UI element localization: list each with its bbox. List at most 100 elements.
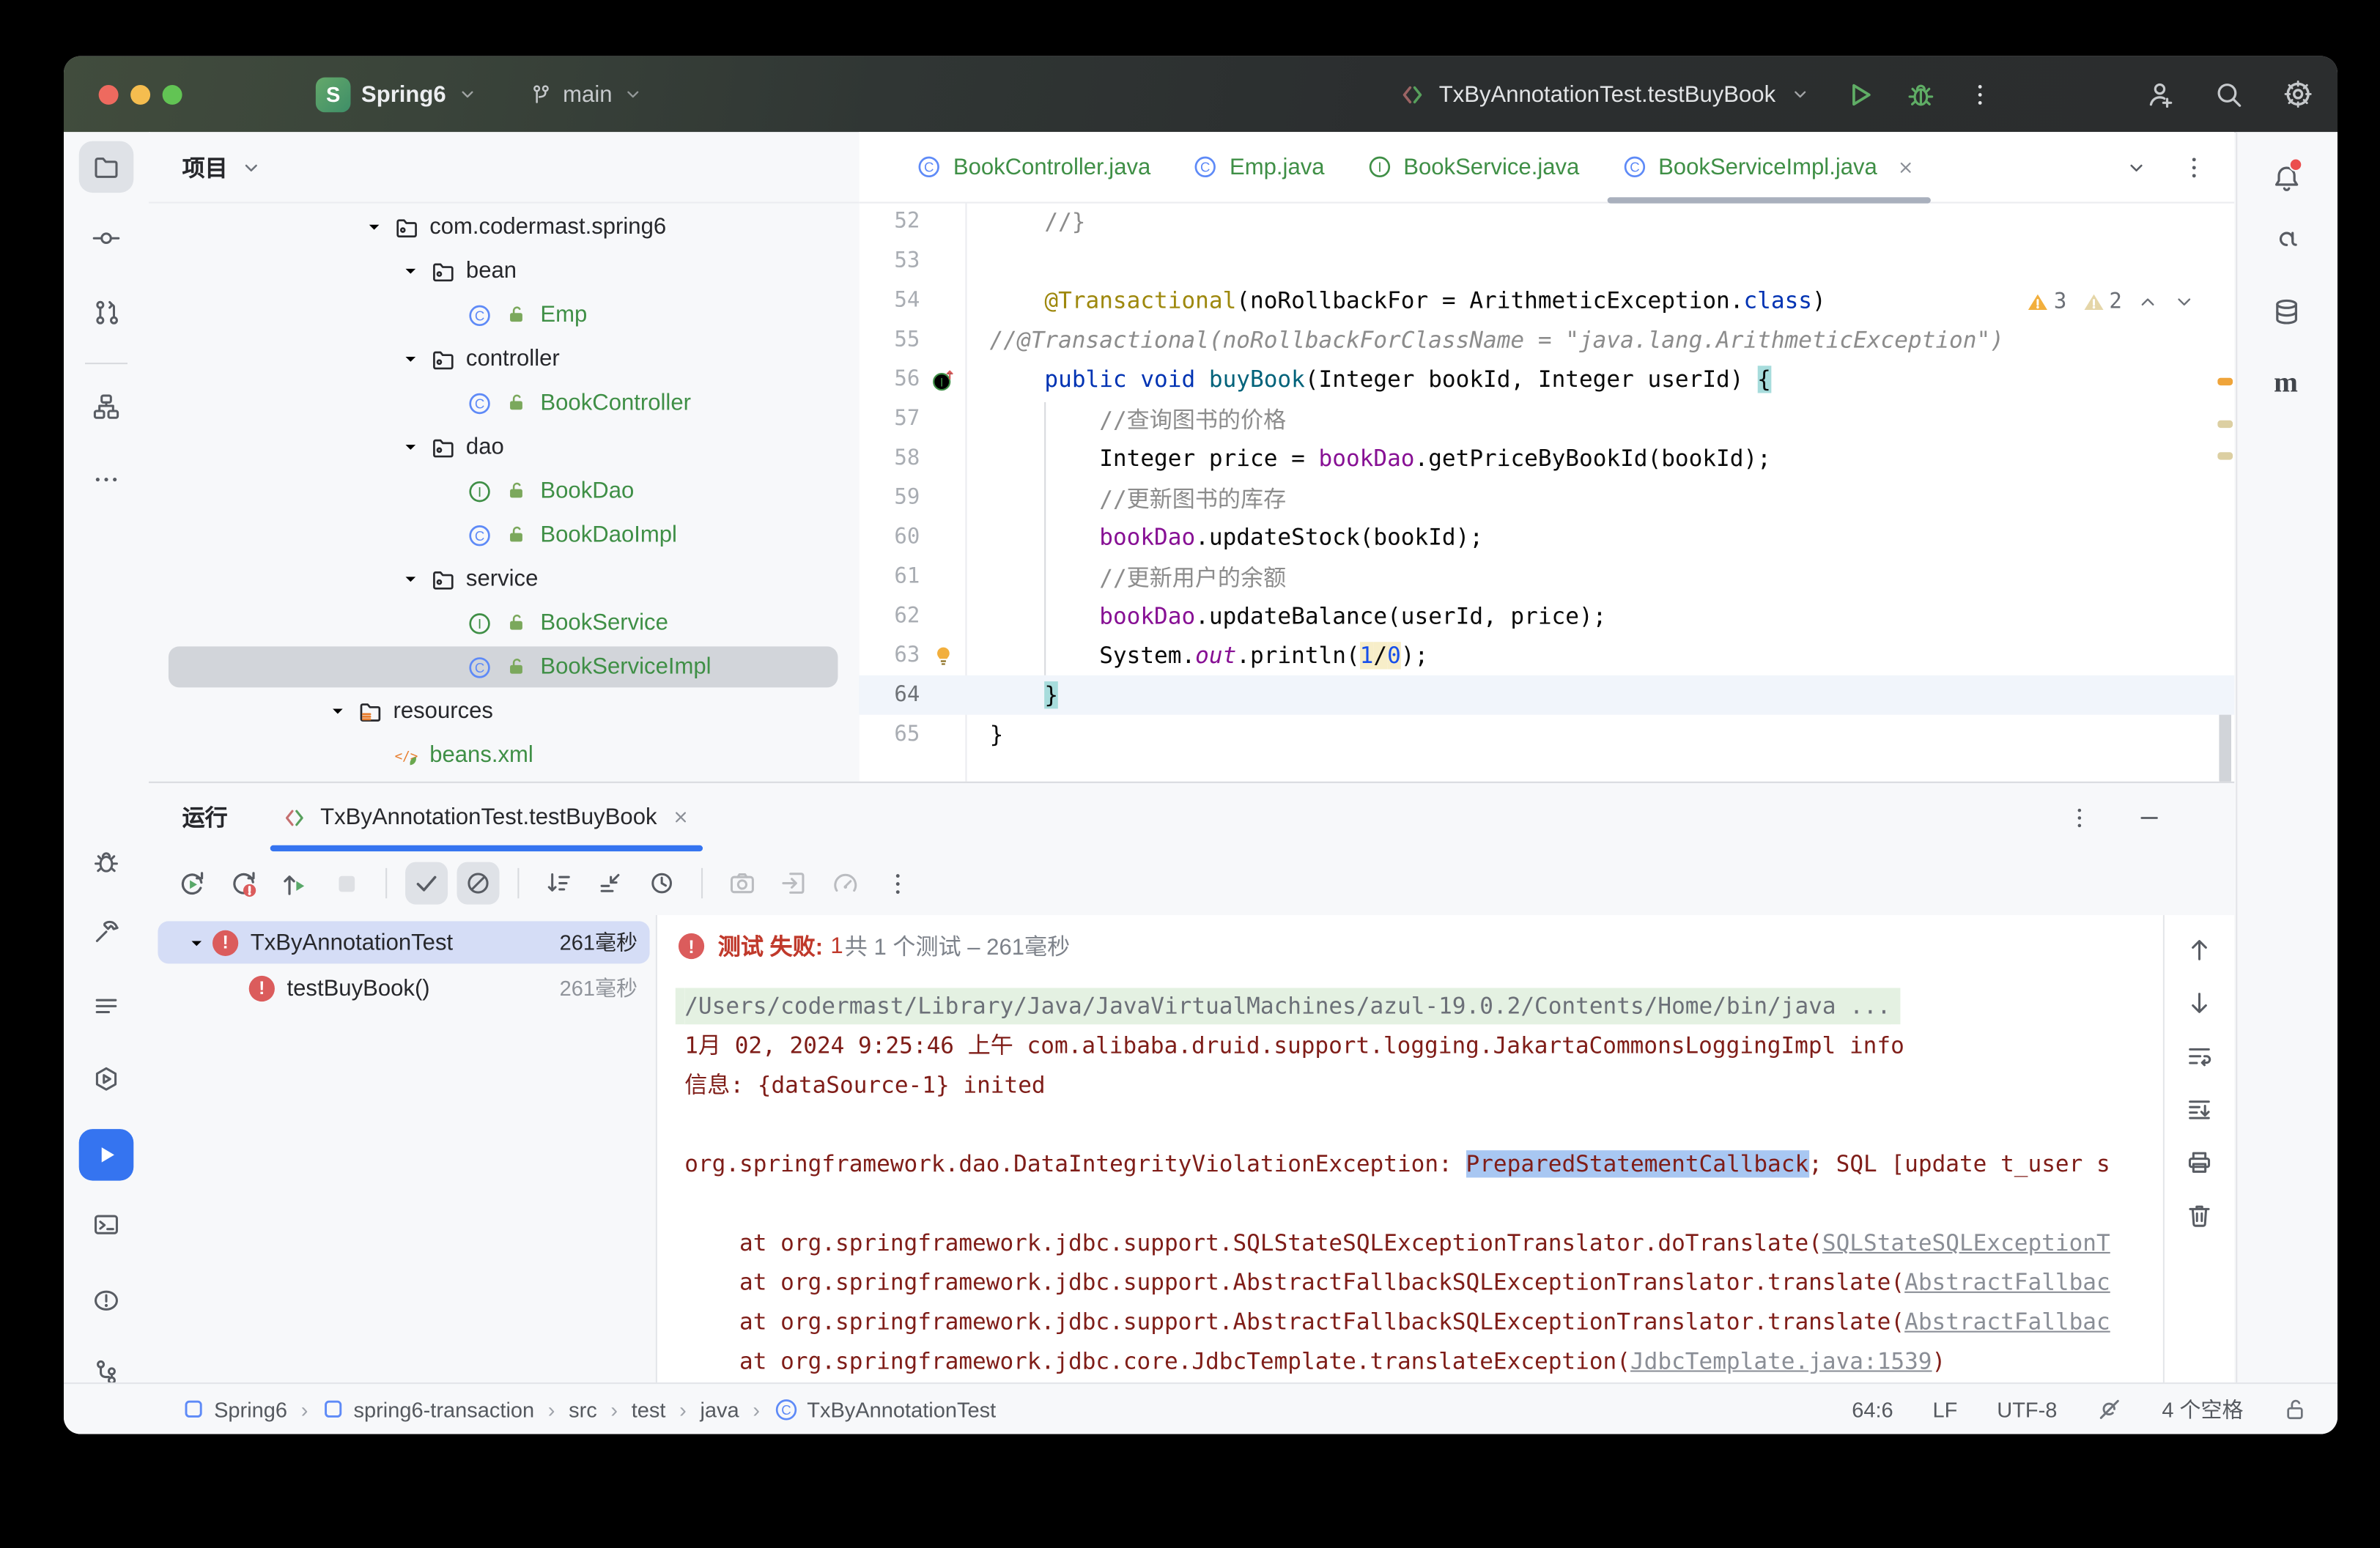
test-console[interactable]: ! 测试 失败: 1 共 1 个测试 – 261毫秒 /Users/coderm… <box>657 915 2163 1386</box>
console-arrow-down[interactable] <box>2186 990 2213 1017</box>
maximize-window-button[interactable] <box>162 84 182 104</box>
chevron-down-icon[interactable] <box>393 436 427 459</box>
run-toolbar-kebab[interactable] <box>876 862 918 905</box>
console-soft-wrap[interactable] <box>2186 1043 2213 1070</box>
tree-item-service[interactable]: service <box>149 557 859 601</box>
chevron-down-icon[interactable] <box>393 568 427 590</box>
minimize-window-button[interactable] <box>130 84 151 104</box>
search-everywhere-icon[interactable] <box>2214 80 2243 108</box>
left-strip-todo-lines[interactable] <box>79 980 134 1032</box>
left-strip-build-hammer[interactable] <box>79 906 134 958</box>
console-scroll-end[interactable] <box>2186 1096 2213 1123</box>
breadcrumb-src[interactable]: src <box>569 1397 597 1421</box>
run-toolbar-rerun-auto[interactable] <box>273 862 316 905</box>
console-trash[interactable] <box>2186 1202 2213 1229</box>
chevron-down-icon[interactable] <box>357 215 391 238</box>
left-strip-terminal[interactable] <box>79 1199 134 1250</box>
run-toolbar-sort-direction[interactable] <box>589 862 632 905</box>
run-toolbar-sort-time[interactable] <box>640 862 683 905</box>
run-toolbar-check-passed[interactable] <box>405 862 448 905</box>
left-strip-problems[interactable] <box>79 1275 134 1326</box>
encoding-widget[interactable]: UTF-8 <box>1997 1397 2057 1421</box>
run-tab[interactable]: TxByAnnotationTest.testBuyBook <box>267 783 706 852</box>
tree-item-bookserviceimpl[interactable]: C BookServiceImpl <box>149 645 859 689</box>
left-strip-debug-bug[interactable] <box>79 836 134 887</box>
tree-item-bookdaoimpl[interactable]: C BookDaoImpl <box>149 513 859 557</box>
unlock-icon[interactable] <box>2283 1397 2307 1421</box>
line-separator-widget[interactable]: LF <box>1933 1397 1958 1421</box>
run-toolbar-coverage[interactable] <box>824 862 867 905</box>
console-arrow-up[interactable] <box>2186 936 2213 963</box>
left-strip-commit[interactable] <box>79 212 134 264</box>
tree-item-com-codermast-spring6[interactable]: com.codermast.spring6 <box>149 205 859 249</box>
tree-item-bookcontroller[interactable]: C BookController <box>149 381 859 425</box>
code-line-62[interactable]: 62 bookDao.updateBalance(userId, price); <box>859 596 2234 636</box>
left-strip-pull-requests[interactable] <box>79 287 134 338</box>
breadcrumb-spring6-transaction[interactable]: spring6-transaction <box>322 1397 534 1421</box>
left-strip-structure[interactable] <box>79 381 134 432</box>
right-strip-maven[interactable]: m <box>2258 358 2313 410</box>
editor-options-kebab-icon[interactable] <box>2181 154 2207 179</box>
run-toolbar-rerun-failed[interactable] <box>221 862 264 905</box>
code-line-64[interactable]: 64 } <box>859 675 2235 715</box>
code-line-63[interactable]: 63 System.out.println(1/0); <box>859 636 2234 675</box>
indent-widget[interactable]: 4 个空格 <box>2162 1394 2243 1424</box>
close-icon[interactable] <box>670 807 690 827</box>
window-controls[interactable] <box>98 84 281 104</box>
breadcrumb-java[interactable]: java <box>700 1397 739 1421</box>
editor-tab-bookcontroller-java[interactable]: C BookController.java <box>895 132 1172 201</box>
code-line-55[interactable]: 55 //@Transactional(noRollbackForClassNam… <box>859 320 2234 360</box>
code-line-53[interactable]: 53 <box>859 241 2234 281</box>
code-line-58[interactable]: 58 Integer price = bookDao.getPriceByBoo… <box>859 439 2234 478</box>
run-toolbar-screenshot[interactable] <box>721 862 764 905</box>
code-line-56[interactable]: 56 I public void buyBook(Integer bookId, … <box>859 360 2234 399</box>
left-strip-services-hexagon[interactable] <box>79 1053 134 1105</box>
code-line-52[interactable]: 52 //} <box>859 202 2234 242</box>
tree-item-bean[interactable]: bean <box>149 249 859 293</box>
editor-tab-bookservice-java[interactable]: I BookService.java <box>1346 132 1601 201</box>
ai-assistant-status-icon[interactable] <box>2096 1396 2122 1422</box>
breadcrumb-spring6[interactable]: Spring6 <box>182 1397 287 1421</box>
chevron-down-icon[interactable] <box>320 700 354 722</box>
code-line-54[interactable]: 54 @Transactional(noRollbackFor = Arithm… <box>859 281 2234 320</box>
tree-item-beans-xml[interactable]: </> beans.xml <box>149 733 859 777</box>
breadcrumb-test[interactable]: test <box>632 1397 666 1421</box>
more-options-kebab-icon[interactable] <box>2067 805 2091 829</box>
tree-item-emp[interactable]: C Emp <box>149 293 859 337</box>
code-line-65[interactable]: 65} <box>859 715 2234 755</box>
hide-panel-icon[interactable] <box>2137 805 2162 829</box>
left-strip-run-play[interactable] <box>78 1129 134 1181</box>
tab-list-chevron-icon[interactable] <box>2125 155 2148 178</box>
tree-item-dao[interactable]: dao <box>149 425 859 469</box>
run-toolbar-stop[interactable] <box>325 862 367 905</box>
test-node-txbyannotationtest[interactable]: ! TxByAnnotationTest 261毫秒 <box>149 919 656 965</box>
tree-item-controller[interactable]: controller <box>149 337 859 381</box>
debug-button[interactable] <box>1906 80 1934 108</box>
chevron-down-icon[interactable] <box>393 259 427 282</box>
code-line-57[interactable]: 57 //查询图书的价格 <box>859 399 2234 439</box>
right-strip-database[interactable] <box>2258 285 2313 336</box>
project-widget[interactable]: S Spring6 <box>315 76 478 112</box>
caret-position-widget[interactable]: 64:6 <box>1852 1397 1893 1421</box>
run-toolbar-rerun[interactable] <box>170 862 212 905</box>
left-strip-more-dots[interactable] <box>79 453 134 505</box>
vcs-branch-widget[interactable]: main <box>530 81 644 107</box>
console-printer[interactable] <box>2186 1149 2213 1176</box>
tree-item-bookservice[interactable]: I BookService <box>149 601 859 645</box>
more-actions-kebab-icon[interactable] <box>1967 81 1992 107</box>
stack-trace-link[interactable]: AbstractFallbac <box>1904 1269 2110 1296</box>
tree-item-bookdao[interactable]: I BookDao <box>149 469 859 513</box>
run-toolbar-import-tests[interactable] <box>772 862 815 905</box>
run-configuration-selector[interactable]: TxByAnnotationTest.testBuyBook <box>1439 81 1775 107</box>
chevron-down-icon[interactable] <box>393 347 427 370</box>
run-button[interactable] <box>1845 80 1874 108</box>
editor-tab-emp-java[interactable]: C Emp.java <box>1172 132 1345 201</box>
tree-item-resources[interactable]: resources <box>149 689 859 733</box>
close-window-button[interactable] <box>98 84 119 104</box>
chevron-down-icon[interactable] <box>179 931 212 954</box>
stack-trace-link[interactable]: SQLStateSQLExceptionT <box>1822 1229 2110 1256</box>
run-toolbar-sort-alpha[interactable] <box>537 862 580 905</box>
project-view-chevron-icon[interactable] <box>240 155 262 178</box>
editor-tab-bookserviceimpl-java[interactable]: C BookServiceImpl.java <box>1600 132 1936 204</box>
stack-trace-link[interactable]: JdbcTemplate.java:1539 <box>1630 1347 1932 1374</box>
